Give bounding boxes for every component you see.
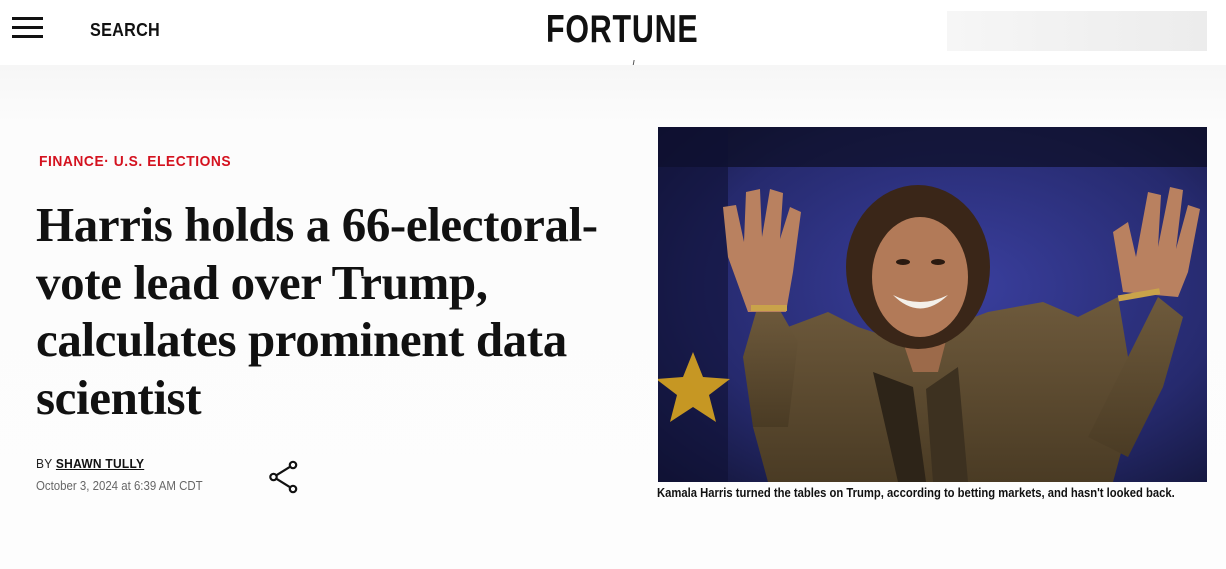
image-caption: Kamala Harris turned the tables on Trump…: [657, 486, 1175, 500]
section-link-finance[interactable]: FINANCE: [39, 153, 104, 170]
hamburger-menu-icon[interactable]: [12, 17, 43, 39]
author-link[interactable]: SHAWN TULLY: [56, 456, 144, 471]
search-link[interactable]: SEARCH: [90, 20, 160, 41]
share-icon[interactable]: [268, 460, 301, 494]
site-header: SEARCH FORTUNE: [0, 0, 1226, 67]
publish-date: October 3, 2024 at 6:39 AM CDT: [36, 478, 203, 493]
kicker-separator: ·: [104, 153, 110, 170]
article-headline: Harris holds a 66-electoral-vote lead ov…: [36, 197, 598, 425]
section-kicker: FINANCE· U.S. ELECTIONS: [39, 153, 231, 170]
header-ad-slot: [947, 11, 1207, 51]
hero-photo-illustration: [658, 127, 1207, 482]
byline-prefix: BY: [36, 456, 53, 471]
fortune-logo[interactable]: FORTUNE: [546, 8, 698, 52]
byline: BY SHAWN TULLY: [36, 456, 144, 471]
hero-image: [658, 127, 1207, 482]
section-link-us-elections[interactable]: U.S. ELECTIONS: [114, 153, 231, 170]
